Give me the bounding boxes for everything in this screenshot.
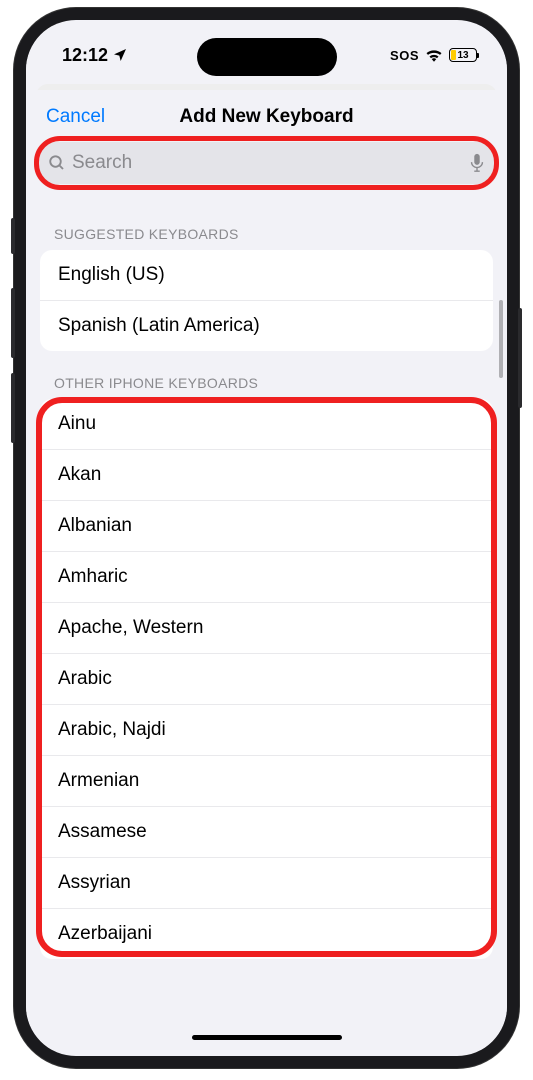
list-item[interactable]: Assamese (40, 806, 493, 857)
page-title: Add New Keyboard (179, 106, 353, 128)
volume-up-button (11, 288, 15, 358)
list-item[interactable]: Azerbaijani (40, 908, 493, 959)
dynamic-island (197, 38, 337, 76)
search-icon (48, 154, 66, 172)
list-item[interactable]: Akan (40, 449, 493, 500)
list-item[interactable]: Apache, Western (40, 602, 493, 653)
search-field[interactable] (36, 142, 497, 184)
cancel-button[interactable]: Cancel (46, 106, 105, 128)
list-item[interactable]: Spanish (Latin America) (40, 300, 493, 351)
list-item[interactable]: Albanian (40, 500, 493, 551)
home-indicator[interactable] (192, 1035, 342, 1040)
status-time: 12:12 (62, 45, 108, 66)
sheet-header: Cancel Add New Keyboard (26, 90, 507, 142)
suggested-list: English (US) Spanish (Latin America) (40, 250, 493, 351)
modal-sheet: Cancel Add New Keyboard SUGGESTED KEYBOA… (26, 90, 507, 1050)
battery-icon: 13 (449, 48, 477, 62)
location-icon (112, 47, 128, 63)
list-item[interactable]: Arabic (40, 653, 493, 704)
wifi-icon (425, 48, 443, 62)
list-item[interactable]: English (US) (40, 250, 493, 300)
search-input[interactable] (72, 152, 463, 174)
volume-down-button (11, 373, 15, 443)
mic-icon[interactable] (469, 153, 485, 173)
scroll-indicator[interactable] (499, 300, 503, 378)
list-item[interactable]: Amharic (40, 551, 493, 602)
phone-frame: 12:12 SOS 13 Cancel Add New Keyboard (14, 8, 519, 1068)
other-list: Ainu Akan Albanian Amharic Apache, Weste… (40, 399, 493, 959)
screen: 12:12 SOS 13 Cancel Add New Keyboard (26, 20, 507, 1056)
list-item[interactable]: Assyrian (40, 857, 493, 908)
section-header-suggested: SUGGESTED KEYBOARDS (26, 202, 507, 250)
list-item[interactable]: Arabic, Najdi (40, 704, 493, 755)
list-item[interactable]: Armenian (40, 755, 493, 806)
search-container (36, 142, 497, 184)
section-header-other: OTHER IPHONE KEYBOARDS (26, 351, 507, 399)
sos-indicator: SOS (390, 48, 419, 63)
side-button (11, 218, 15, 254)
power-button (518, 308, 522, 408)
other-list-container: Ainu Akan Albanian Amharic Apache, Weste… (40, 399, 493, 959)
list-item[interactable]: Ainu (40, 399, 493, 449)
battery-level: 13 (450, 50, 476, 61)
